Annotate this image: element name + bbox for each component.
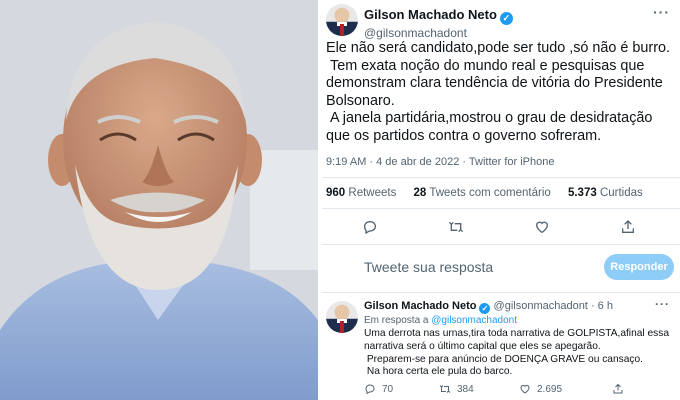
like-icon[interactable] [534, 219, 550, 235]
author-handle[interactable]: @gilsonmachadont [364, 26, 513, 40]
tweet-text: Ele não será candidato,pode ser tudo ,só… [326, 40, 671, 144]
more-icon[interactable]: ··· [653, 4, 670, 20]
retweet-icon[interactable] [448, 219, 464, 235]
tweet-panel: Gilson Machado Neto ✓ @gilsonmachadont ··… [322, 0, 680, 400]
divider-line [322, 208, 680, 209]
reply-retweet-action[interactable]: 384 [439, 383, 474, 395]
likes-stat[interactable]: 5.373 Curtidas [568, 187, 643, 199]
author-block: Gilson Machado Neto ✓ @gilsonmachadont [364, 6, 513, 40]
reply-time[interactable]: · 6 h [591, 300, 613, 312]
verified-badge-icon: ✓ [479, 303, 491, 314]
reply-share-action[interactable] [612, 383, 624, 395]
reply-reply-action[interactable]: 70 [364, 383, 393, 395]
reply-input[interactable]: Tweete sua resposta [364, 259, 493, 275]
reply-composer: Tweete sua resposta Responder [322, 250, 680, 290]
portrait-photo [0, 0, 318, 400]
retweet-count: 384 [457, 383, 474, 395]
reply-like-action[interactable]: 2.695 [519, 383, 562, 395]
quotes-stat[interactable]: 28 Tweets com comentário [414, 187, 551, 199]
reply-header: Gilson Machado Neto ✓ @gilsonmachadont · … [364, 300, 613, 314]
like-icon [520, 384, 530, 394]
reply-tweet[interactable]: Gilson Machado Neto ✓ @gilsonmachadont · … [322, 297, 680, 400]
tweet-actions [322, 216, 680, 238]
reply-text: Uma derrota nas urnas,tira toda narrativ… [364, 328, 670, 378]
author-name[interactable]: Gilson Machado Neto [364, 7, 497, 22]
reply-button[interactable]: Responder [604, 254, 674, 280]
reply-author-handle[interactable]: @gilsonmachadont [494, 300, 588, 312]
author-avatar[interactable] [326, 4, 358, 36]
reply-author-name[interactable]: Gilson Machado Neto [364, 300, 476, 312]
divider-line [322, 177, 680, 178]
reply-author-avatar[interactable] [326, 301, 358, 333]
share-icon[interactable] [620, 219, 636, 235]
retweets-stat[interactable]: 960 Retweets [326, 187, 396, 199]
more-icon[interactable]: ··· [655, 297, 670, 311]
user-avatar [326, 254, 358, 286]
share-icon [613, 383, 623, 394]
reply-count: 70 [382, 383, 394, 395]
reply-to-line: Em resposta a @gilsonmachadont [364, 315, 518, 326]
verified-badge-icon: ✓ [499, 12, 513, 25]
like-count: 2.695 [537, 383, 563, 395]
reply-icon[interactable] [362, 219, 378, 235]
portrait-illustration [0, 0, 318, 400]
reply-to-link[interactable]: @gilsonmachadont [431, 315, 517, 326]
tweet-timestamp[interactable]: 9:19 AM · 4 de abr de 2022 · Twitter for… [326, 156, 555, 168]
reply-icon [365, 384, 375, 395]
tweet-stats: 960 Retweets 28 Tweets com comentário 5.… [326, 187, 657, 199]
divider-line [322, 244, 680, 245]
retweet-icon [439, 385, 451, 393]
reply-actions: 70 384 2.695 [364, 383, 664, 397]
divider-line [322, 292, 680, 293]
